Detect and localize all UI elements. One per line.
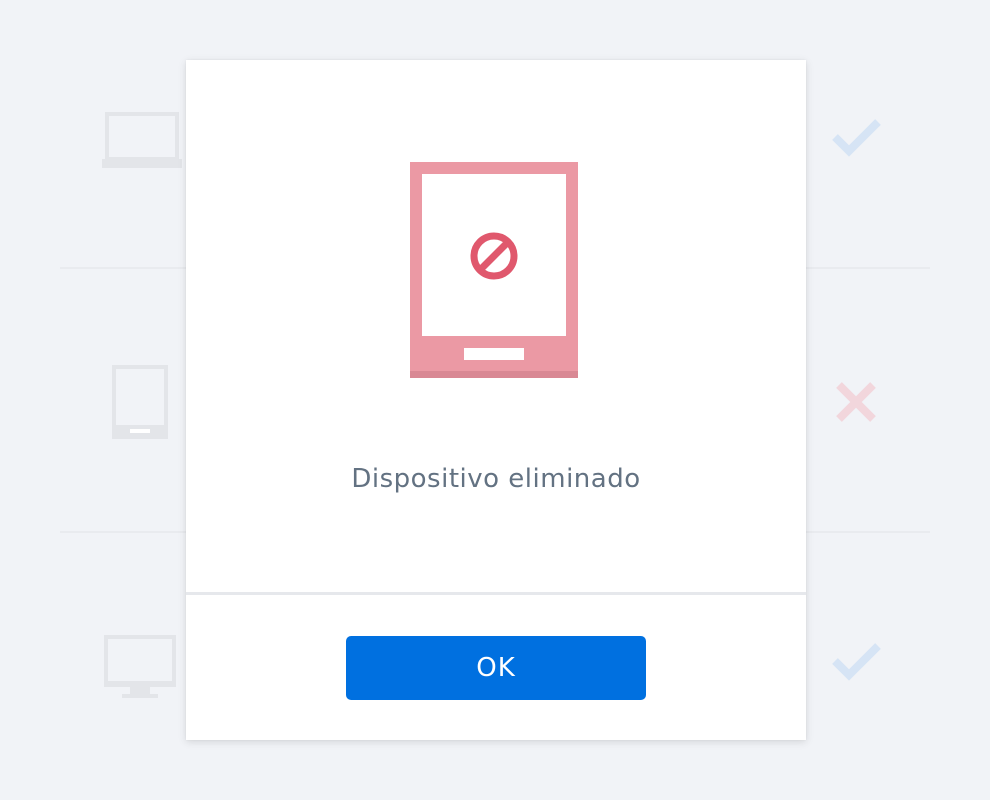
dialog-footer-divider	[186, 592, 806, 595]
tablet-blocked-icon	[410, 162, 578, 378]
dialog-body: Dispositivo eliminado	[186, 60, 806, 592]
cross-icon	[836, 382, 876, 422]
tablet-icon	[112, 365, 168, 439]
checkmark-icon	[832, 119, 881, 157]
device-removed-dialog: Dispositivo eliminado OK	[186, 60, 806, 740]
checkmark-icon	[832, 643, 881, 681]
ok-button[interactable]: OK	[346, 636, 646, 700]
dialog-message: Dispositivo eliminado	[351, 464, 641, 494]
desktop-monitor-icon	[104, 635, 176, 698]
laptop-icon	[102, 112, 182, 168]
